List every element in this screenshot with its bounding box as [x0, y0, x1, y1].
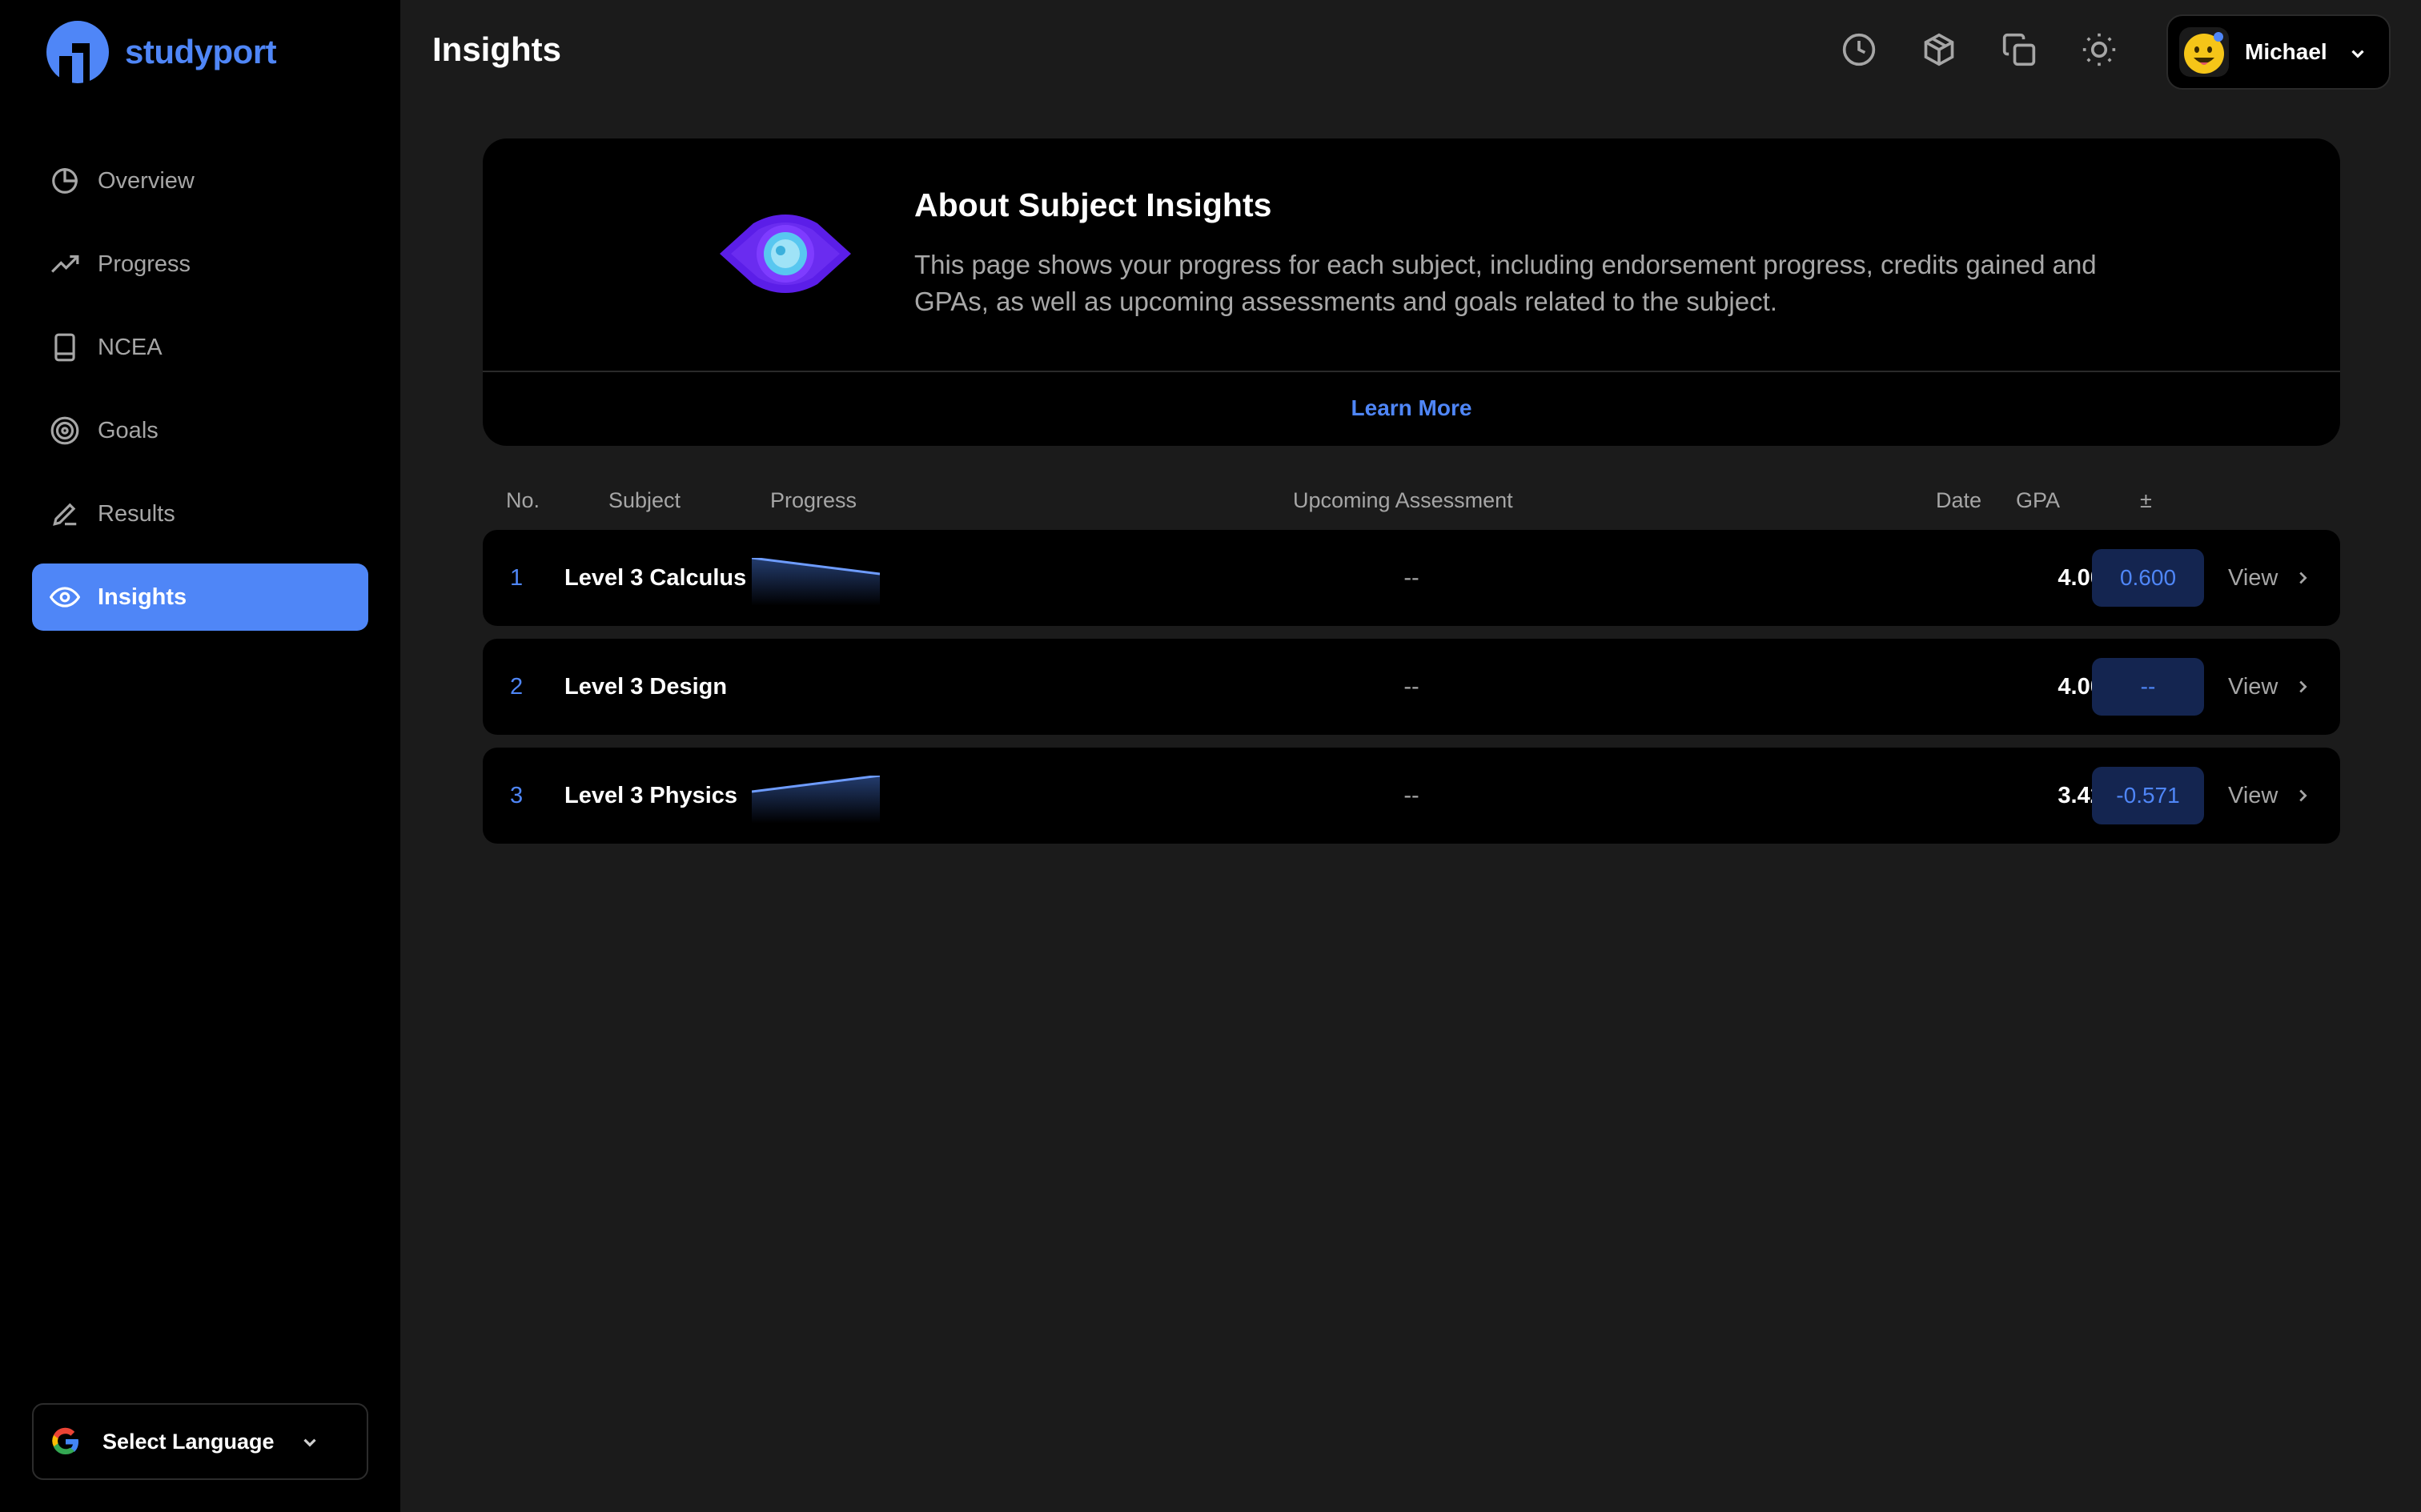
avatar: [2179, 27, 2229, 77]
sidebar-nav: Overview Progress NCEA Goals Results Ins…: [32, 147, 368, 647]
chevron-right-icon: [2299, 680, 2307, 693]
view-button-label: View: [2228, 782, 2278, 808]
copy-button[interactable]: [2001, 32, 2037, 67]
sun-icon: [2082, 33, 2116, 66]
view-button[interactable]: View: [2228, 530, 2311, 626]
theme-toggle-button[interactable]: [2082, 32, 2117, 67]
chevron-right-icon: [2299, 789, 2307, 802]
box-icon: [1924, 33, 1954, 66]
column-header-subject: Subject: [608, 488, 681, 512]
sidebar-item-goals[interactable]: Goals: [32, 397, 368, 464]
sidebar-item-insights[interactable]: Insights: [32, 563, 368, 631]
google-icon: [52, 1427, 78, 1455]
sidebar-item-results[interactable]: Results: [32, 480, 368, 547]
target-icon: [50, 416, 79, 445]
eye-illustration-icon: [720, 215, 851, 293]
view-button[interactable]: View: [2228, 639, 2311, 735]
gpa-delta-badge: -0.571: [2092, 767, 2204, 824]
user-menu[interactable]: Michael: [2166, 14, 2391, 90]
subject-name: Level 3 Design: [564, 673, 728, 700]
sidebar-item-label: Progress: [98, 251, 191, 277]
sidebar-item-label: Goals: [98, 417, 159, 443]
trending-up-icon: [51, 255, 79, 273]
sidebar-item-progress[interactable]: Progress: [32, 231, 368, 298]
progress-sparkline: [752, 558, 880, 606]
upcoming-assessment: --: [1403, 564, 1419, 591]
emoji-avatar-icon: [2184, 32, 2224, 74]
subject-name: Level 3 Calculus: [564, 564, 747, 591]
upcoming-assessment: --: [1403, 673, 1419, 700]
eye-icon: [50, 587, 80, 608]
about-insights-card: About Subject Insights This page shows y…: [483, 138, 2340, 446]
user-name: Michael: [2245, 39, 2327, 64]
card-title: About Subject Insights: [914, 186, 1272, 223]
row-number: 1: [510, 564, 524, 591]
sidebar-item-label: Insights: [98, 584, 187, 610]
sidebar-item-overview[interactable]: Overview: [32, 147, 368, 215]
table-header: No. Subject Progress Upcoming Assessment…: [483, 488, 2340, 520]
learn-more-link[interactable]: Learn More: [483, 371, 2340, 446]
book-icon: [54, 333, 75, 362]
chevron-down-icon: [2351, 50, 2364, 58]
chevron-right-icon: [2299, 572, 2307, 584]
row-number: 2: [510, 673, 524, 700]
view-button[interactable]: View: [2228, 748, 2311, 844]
sidebar-item-label: NCEA: [98, 334, 163, 360]
copy-icon: [2002, 33, 2036, 66]
studyport-logo-icon: [46, 21, 109, 83]
progress-sparkline: [752, 776, 880, 824]
sidebar-item-label: Results: [98, 500, 175, 527]
card-description: This page shows your progress for each s…: [914, 250, 2097, 316]
sidebar-item-label: Overview: [98, 167, 195, 194]
table-row[interactable]: 2 Level 3 Design -- 4.000 -- View: [483, 639, 2340, 735]
view-button-label: View: [2228, 564, 2278, 591]
column-header-date: Date: [1936, 488, 1982, 512]
sidebar-item-ncea[interactable]: NCEA: [32, 314, 368, 381]
column-header-progress: Progress: [770, 488, 857, 512]
box-button[interactable]: [1921, 32, 1957, 67]
view-button-label: View: [2228, 673, 2278, 700]
history-button[interactable]: [1841, 32, 1877, 67]
gpa-delta-badge: 0.600: [2092, 549, 2204, 607]
sidebar: studyport Overview Progress NCEA Goals R…: [0, 0, 400, 1512]
language-select-label: Select Language: [102, 1429, 275, 1454]
row-number: 3: [510, 782, 524, 808]
upcoming-assessment: --: [1403, 782, 1419, 808]
column-header-delta: ±: [2140, 488, 2152, 512]
page-title: Insights: [432, 30, 562, 68]
brand-logo[interactable]: studyport: [46, 21, 277, 83]
column-header-no: No.: [506, 488, 540, 512]
gpa-delta-badge: --: [2092, 658, 2204, 716]
column-header-upcoming-assessment: Upcoming Assessment: [1293, 488, 1513, 512]
header-toolbar: [1841, 32, 2117, 67]
pencil-icon: [53, 503, 77, 526]
table-row[interactable]: 3 Level 3 Physics -- 3.429 -0.571 View: [483, 748, 2340, 844]
language-select[interactable]: Select Language: [32, 1403, 368, 1480]
pie-chart-icon: [52, 168, 78, 194]
column-header-gpa: GPA: [2016, 488, 2061, 512]
clock-icon: [1842, 33, 1876, 66]
subject-name: Level 3 Physics: [564, 782, 738, 808]
table-row[interactable]: 1 Level 3 Calculus -- 4.000 0.600 View: [483, 530, 2340, 626]
chevron-down-icon: [303, 1438, 316, 1447]
brand-name: studyport: [125, 33, 277, 70]
